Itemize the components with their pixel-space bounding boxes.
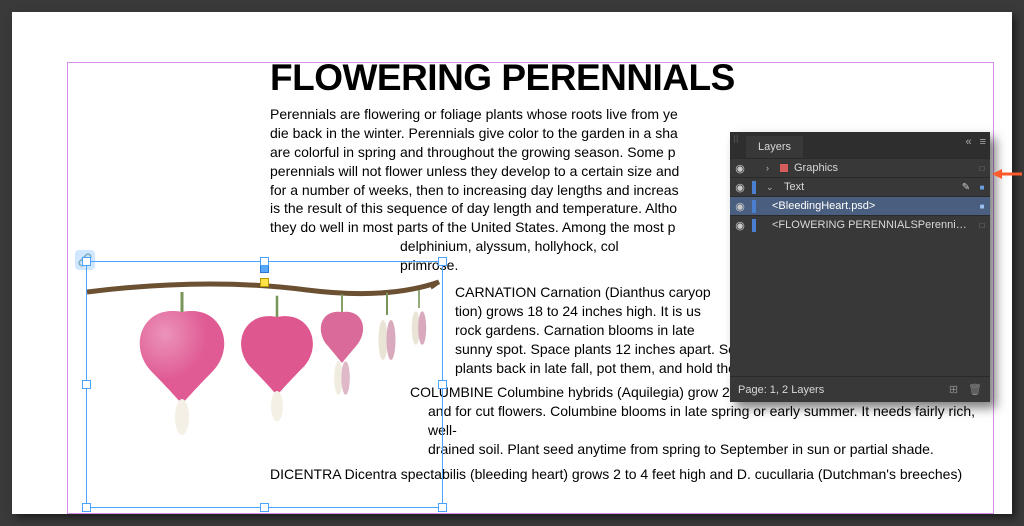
layer-name[interactable]: Text (776, 181, 958, 193)
panel-tabbar[interactable]: ∷∷ Layers « ≡ (730, 132, 990, 158)
app-frame: FLOWERING PERENNIALS Perennials are flow… (0, 0, 1024, 526)
visibility-icon[interactable]: ◉ (730, 181, 750, 194)
layer-name[interactable]: Graphics (792, 162, 974, 174)
layer-color-swatch (752, 181, 756, 194)
select-indicator-icon[interactable]: ■ (974, 183, 990, 192)
layer-sublayer-title[interactable]: ◉ <FLOWERING PERENNIALSPerennials ...> □ (730, 215, 990, 234)
content-handle[interactable] (261, 279, 268, 286)
line: Perennials are flowering or foliage plan… (270, 105, 992, 124)
delete-layer-icon[interactable]: 🗑 (968, 383, 982, 396)
visibility-icon[interactable]: ◉ (730, 219, 750, 232)
bleeding-heart-image (87, 262, 442, 507)
select-indicator-icon[interactable]: □ (974, 221, 990, 230)
new-layer-icon[interactable]: ⊞ (949, 383, 958, 396)
layer-sublayer-bleedingheart[interactable]: ◉ <BleedingHeart.psd> ■ (730, 196, 990, 215)
image-frame-bleeding-heart[interactable]: 🔗 (87, 262, 442, 507)
page-title: FLOWERING PERENNIALS (270, 57, 992, 99)
panel-grip-icon[interactable]: ∷∷ (734, 136, 738, 144)
layer-color-swatch (752, 200, 756, 213)
panel-footer: Page: 1, 2 Layers ⊞ 🗑 (730, 376, 990, 402)
disclosure-icon[interactable]: ⌄ (766, 182, 776, 193)
sublayer-name[interactable]: <BleedingHeart.psd> (750, 200, 974, 212)
visibility-icon[interactable]: ◉ (730, 200, 750, 213)
layers-tab[interactable]: Layers (746, 136, 803, 158)
panel-menu-icon[interactable]: ≡ (980, 136, 986, 148)
layers-panel[interactable]: ∷∷ Layers « ≡ ◉ › Graphics □ ◉ ⌄ (730, 132, 990, 402)
panel-collapse-icon[interactable]: « (965, 136, 971, 148)
select-indicator-icon[interactable]: ■ (974, 202, 990, 211)
layer-color-swatch (752, 219, 756, 232)
link-icon[interactable]: 🔗 (75, 250, 95, 270)
annotation-arrow-icon (992, 167, 1022, 181)
layer-row-graphics[interactable]: ◉ › Graphics □ (730, 158, 990, 177)
visibility-icon[interactable]: ◉ (730, 162, 750, 175)
layer-row-text[interactable]: ◉ ⌄ Text ✎ ■ (730, 177, 990, 196)
layer-color-swatch (780, 164, 788, 172)
footer-status: Page: 1, 2 Layers (738, 384, 824, 396)
document-canvas[interactable]: FLOWERING PERENNIALS Perennials are flow… (12, 12, 1012, 514)
sublayer-name[interactable]: <FLOWERING PERENNIALSPerennials ...> (750, 219, 974, 231)
select-indicator-icon[interactable]: □ (974, 164, 990, 173)
disclosure-icon[interactable]: › (766, 163, 776, 173)
pen-icon[interactable]: ✎ (958, 182, 974, 193)
selection-top-handle[interactable] (261, 265, 268, 272)
